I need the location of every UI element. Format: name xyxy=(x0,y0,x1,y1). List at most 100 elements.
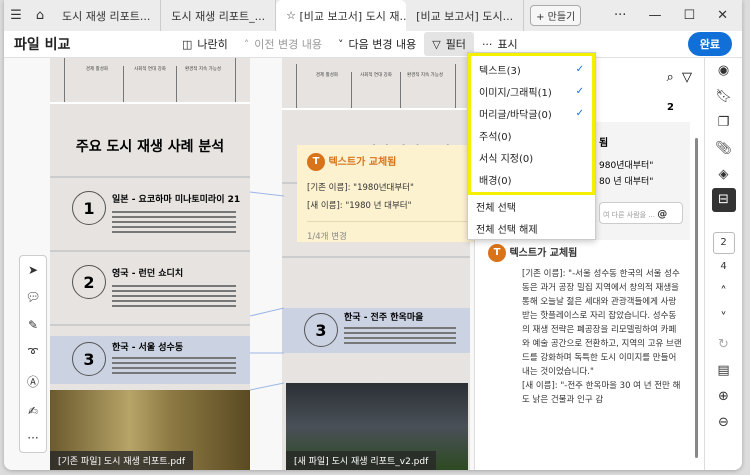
label: 표시 xyxy=(497,38,518,51)
card-title: 텍스트가 교체됨 xyxy=(509,248,578,259)
mention-icon[interactable]: @ xyxy=(657,209,667,220)
compare-icon[interactable]: ⊟ xyxy=(711,188,736,212)
comment-card-2[interactable]: T 텍스트가 교체됨 [기존 이름]: "-서울 성수동 한국의 서울 성수동은… xyxy=(488,244,684,407)
side-by-side-button[interactable]: ◫ 나란히 xyxy=(174,32,236,56)
app-window: ☰ ⌂ 도시 재생 리포트... 도시 재생 리포트_... ☆ [비교 보고서… xyxy=(4,0,742,470)
col-text: 환경적 지속 가능성 xyxy=(185,67,221,72)
zoom-out-icon[interactable]: ⊖ xyxy=(718,410,729,436)
prev-page-icon[interactable]: ˄ xyxy=(720,280,727,306)
col-text: 경제 활성화 xyxy=(71,66,124,102)
filter-item[interactable]: 텍스트(3) ✓ xyxy=(471,58,592,80)
section-title-changed: 한국 - 서울 성수동 xyxy=(112,343,184,353)
select-all-item[interactable]: 전체 선택 xyxy=(468,195,595,217)
zoom-in-icon[interactable]: ⊕ xyxy=(718,384,729,410)
change-popup[interactable]: T 텍스트가 교체됨 [기존 이름]: "1980년대부터" [새 이름]: "… xyxy=(297,145,477,242)
card-title: 됨 xyxy=(599,138,609,149)
star-icon[interactable]: ☆ xyxy=(286,9,299,22)
current-page-input[interactable]: 2 xyxy=(712,232,735,254)
annotation-toolbar: ➤ 💬︎ ✎ ➰︎ Ⓐ ✍︎ ··· xyxy=(19,255,47,453)
tab-4[interactable]: [비교 보고서] 도시... xyxy=(406,0,525,31)
close-icon[interactable]: ✕ xyxy=(717,8,728,23)
popup-new-text: [새 이름]: "1980 년 대부터" xyxy=(307,201,412,211)
new-tab-button[interactable]: + 만들기 xyxy=(530,5,582,26)
text-replaced-icon: T xyxy=(488,244,506,262)
col-text: 사회적 연대 강화 xyxy=(352,72,401,108)
more-icon[interactable]: ··· xyxy=(27,431,38,445)
bookmark-icon[interactable]: 🔖︎ xyxy=(715,84,732,110)
filter-item-label: 주석(0) xyxy=(479,131,512,143)
pages-icon[interactable]: ❐ xyxy=(718,110,730,136)
checkmark-icon: ✓ xyxy=(575,63,584,75)
label: 이전 변경 내용 xyxy=(254,38,322,51)
section-title-changed: 한국 - 전주 한옥마을 xyxy=(344,313,424,323)
section-number: 3 xyxy=(72,342,106,376)
done-button[interactable]: 완료 xyxy=(687,32,732,56)
card-new-text: [새 이름]: "-전주 한옥마을 30 여 년 전만 해도 낡은 건물과 인구… xyxy=(522,381,681,405)
page-title: 파일 비교 xyxy=(14,37,71,53)
filter-item[interactable]: 머리글/바닥글(0) ✓ xyxy=(471,102,592,124)
section-title: 영국 - 런던 쇼디치 xyxy=(112,269,184,279)
lasso-icon[interactable]: ➰︎ xyxy=(28,345,38,360)
label: 다음 변경 내용 xyxy=(348,38,417,51)
checkmark-icon: ✓ xyxy=(575,107,584,119)
menu-icon[interactable]: ☰ xyxy=(4,8,28,23)
tab-2[interactable]: 도시 재생 리포트_... xyxy=(161,0,277,31)
tab-3-active[interactable]: ☆ [비교 보고서] 도시 재... ✕ xyxy=(276,0,407,31)
card-new: 80 년 대부터" xyxy=(599,177,654,187)
section-number: 3 xyxy=(304,313,338,347)
label: 나란히 xyxy=(197,38,228,51)
next-change-button[interactable]: ˅ 다음 변경 내용 xyxy=(330,32,424,56)
old-file-caption: [기존 파일] 도시 재생 리포트.pdf xyxy=(50,451,194,470)
maximize-icon[interactable]: ☐ xyxy=(683,8,695,23)
filter-icon[interactable]: ▽ xyxy=(682,70,692,85)
search-icon[interactable]: ⌕ xyxy=(666,70,673,85)
chevron-up-icon: ˄ xyxy=(243,37,250,51)
old-image: [기존 파일] 도시 재생 리포트.pdf xyxy=(50,390,250,470)
card-old-text: [기존 이름]: "-서울 성수동 한국의 서울 성수동은 과거 공장 밀집 지… xyxy=(522,269,682,377)
next-page-icon[interactable]: ˅ xyxy=(720,306,727,332)
pen-icon[interactable]: ✎ xyxy=(28,318,38,332)
chevron-down-icon: ˅ xyxy=(338,37,344,51)
doc-heading: 주요 도시 재생 사례 분석 xyxy=(50,102,250,178)
minimize-icon[interactable]: — xyxy=(648,8,661,23)
filter-menu: 텍스트(3) ✓ 이미지/그래픽(1) ✓ 머리글/바닥글(0) ✓ 주석(0) 서식 지정(… xyxy=(467,52,596,240)
home-icon[interactable]: ⌂ xyxy=(28,8,52,23)
reply-input[interactable]: 여 다른 사람을 ... @ xyxy=(599,202,683,224)
scrollbar[interactable] xyxy=(695,138,698,458)
comment-icon[interactable]: 💬︎ xyxy=(25,290,40,304)
columns-icon: ◫ xyxy=(182,37,193,51)
col-text: 사회적 연대 강화 xyxy=(124,66,177,102)
total-pages: 4 xyxy=(720,261,727,272)
comments-icon[interactable]: ◉ xyxy=(718,58,729,84)
toolbar: 파일 비교 ◫ 나란히 ˄ 이전 변경 내용 ˅ 다음 변경 내용 ▽ 필터 ··· 표시… xyxy=(4,31,742,58)
new-file-caption: [새 파일] 도시 재생 리포트_v2.pdf xyxy=(286,451,437,470)
checkmark-icon: ✓ xyxy=(575,85,584,97)
tab-1[interactable]: 도시 재생 리포트... xyxy=(52,0,162,31)
more-icon[interactable]: ··· xyxy=(614,8,626,23)
filter-item[interactable]: 서식 지정(0) xyxy=(471,146,592,168)
select-icon[interactable]: ➤ xyxy=(28,263,38,277)
more-icon: ··· xyxy=(481,37,493,51)
filter-item[interactable]: 이미지/그래픽(1) ✓ xyxy=(471,80,592,102)
filter-item[interactable]: 주석(0) xyxy=(471,124,592,146)
text-box-icon[interactable]: Ⓐ xyxy=(27,373,39,390)
tab-bar: ☰ ⌂ 도시 재생 리포트... 도시 재생 리포트_... ☆ [비교 보고서… xyxy=(4,0,742,31)
filter-item-label: 이미지/그래픽(1) xyxy=(479,87,552,99)
section-number: 1 xyxy=(72,191,106,225)
filter-icon: ▽ xyxy=(432,37,441,51)
popup-title: 텍스트가 교체됨 xyxy=(328,157,397,168)
section-title: 일본 - 요코하마 미나토미라이 21 xyxy=(112,195,241,205)
attachment-icon[interactable]: 📎︎ xyxy=(715,136,732,162)
change-counter: 1/4개 변경 xyxy=(307,221,467,242)
page-number: 2 xyxy=(667,102,674,113)
section-number: 2 xyxy=(72,265,106,299)
sign-icon[interactable]: ✍︎ xyxy=(28,404,38,418)
deselect-all-item[interactable]: 전체 선택 해제 xyxy=(468,217,595,239)
page-fit-icon[interactable]: ▤ xyxy=(717,358,729,384)
layers-icon[interactable]: ◈ xyxy=(719,162,729,188)
filter-item-label: 배경(0) xyxy=(479,175,512,187)
card-old: 980년대부터" xyxy=(599,161,654,171)
prev-change-button[interactable]: ˄ 이전 변경 내용 xyxy=(236,32,330,56)
filter-item[interactable]: 배경(0) xyxy=(471,168,592,190)
rotate-icon[interactable]: ↻ xyxy=(718,332,729,358)
